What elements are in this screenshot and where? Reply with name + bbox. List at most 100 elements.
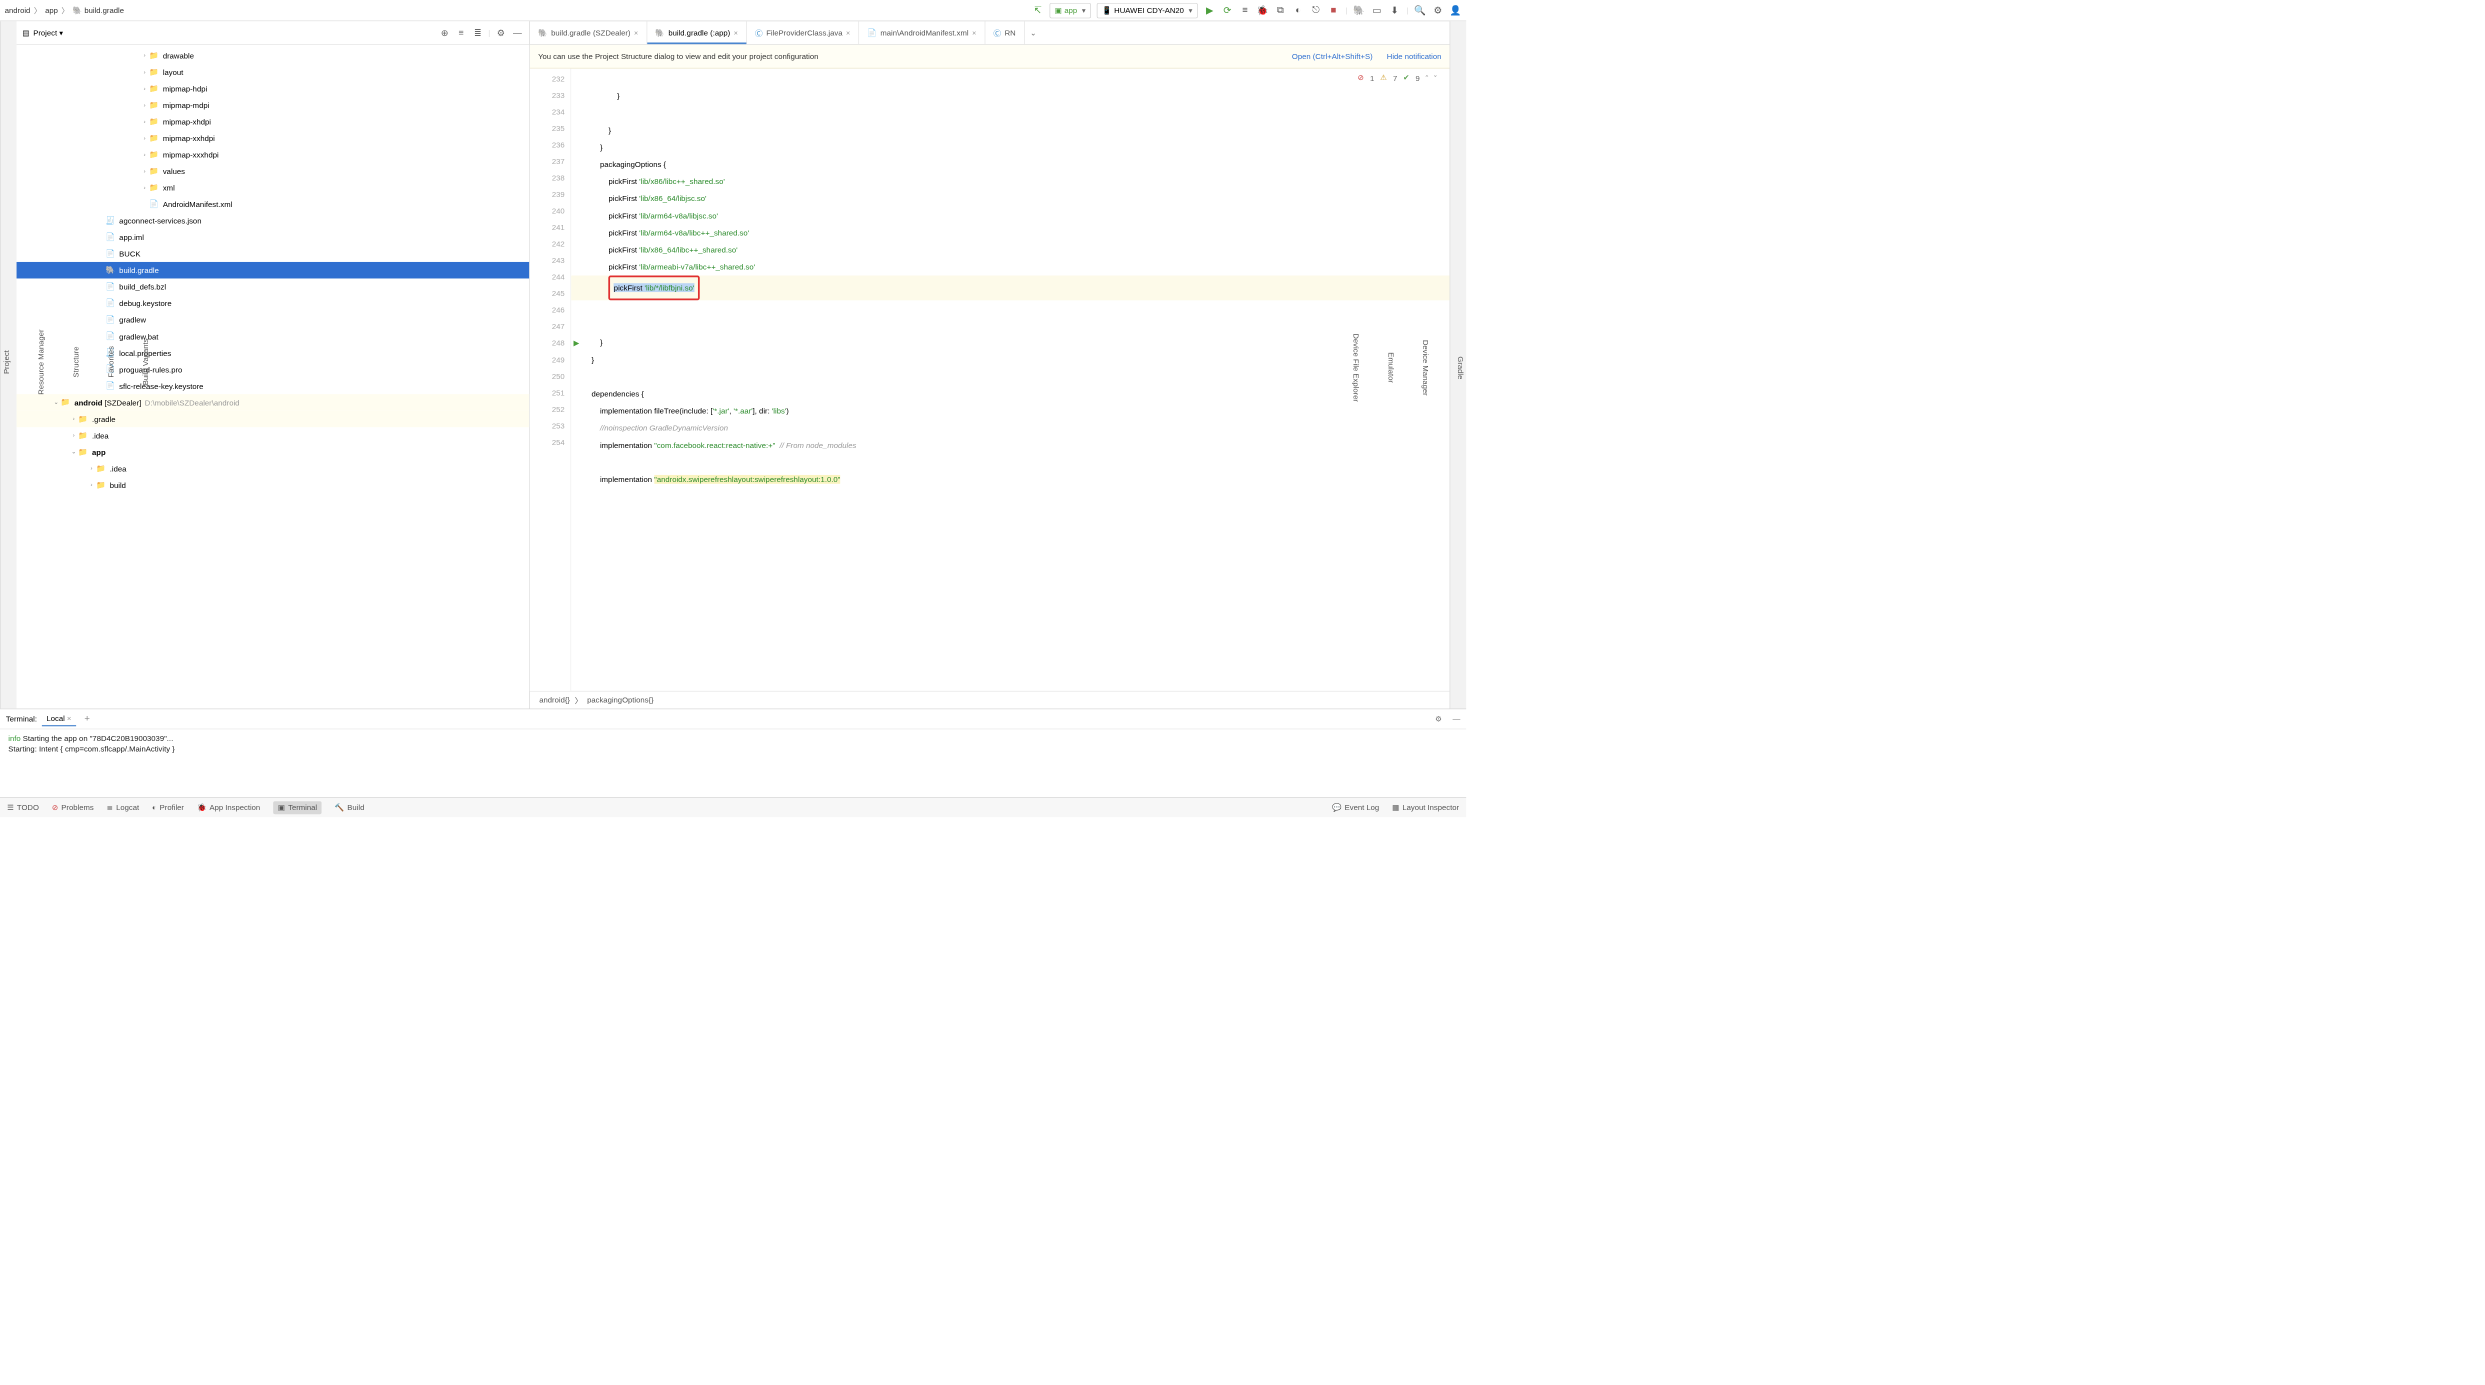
tool-app-inspection[interactable]: 🐞App Inspection <box>197 803 260 812</box>
tabs-overflow[interactable]: ⌄ <box>1025 21 1043 44</box>
terminal-tab[interactable]: Local × <box>42 712 76 727</box>
tool-logcat[interactable]: ≣Logcat <box>107 803 139 812</box>
tool-build[interactable]: 🔨Build <box>335 803 365 812</box>
profile-icon[interactable]: ⧉ <box>1275 4 1287 16</box>
open-project-structure-link[interactable]: Open (Ctrl+Alt+Shift+S) <box>1292 52 1373 61</box>
search-icon[interactable]: 🔍 <box>1414 4 1426 16</box>
inspection-status[interactable]: ⊘1 ⚠7 ✔9 ˆ ˇ <box>1354 72 1440 84</box>
tree-file[interactable]: 📄BUCK <box>17 245 530 262</box>
terminal-output[interactable]: info Starting the app on "78D4C20B190030… <box>0 729 1466 797</box>
tree-file[interactable]: 📄proguard-rules.pro <box>17 361 530 378</box>
tree-file[interactable]: 📄build_defs.bzl <box>17 278 530 295</box>
project-tree[interactable]: ›📁drawable ›📁layout ›📁mipmap-hdpi ›📁mipm… <box>17 45 530 709</box>
tool-problems[interactable]: ⊘Problems <box>52 803 94 812</box>
project-view-dropdown[interactable]: Project ▾ <box>33 28 63 37</box>
minimize-icon[interactable]: — <box>512 27 524 39</box>
run-config-dropdown[interactable]: ▣ app <box>1049 3 1091 18</box>
chevron-down-icon[interactable]: ˇ <box>1434 73 1437 82</box>
tree-folder[interactable]: ›📁.idea <box>17 427 530 444</box>
tree-folder[interactable]: ›📁mipmap-xxhdpi <box>17 130 530 147</box>
gradle-icon: 🐘 <box>655 28 665 37</box>
editor-tab[interactable]: 📄main\AndroidManifest.xml× <box>859 21 985 44</box>
tool-terminal[interactable]: ▣Terminal <box>273 801 322 814</box>
tool-gradle[interactable]: Gradle <box>1455 352 1466 384</box>
editor-tab[interactable]: ⒸFileProviderClass.java× <box>747 21 859 44</box>
tool-structure[interactable]: Structure <box>70 342 81 383</box>
close-icon[interactable]: × <box>67 714 71 723</box>
settings-icon[interactable]: ⚙ <box>1432 4 1444 16</box>
tool-favorites[interactable]: Favorites <box>105 341 116 382</box>
left-tool-strip: Project Resource Manager Structure Favor… <box>0 21 17 708</box>
close-icon[interactable]: × <box>846 29 850 37</box>
tool-build-variants[interactable]: Build Variants <box>140 334 151 390</box>
device-dropdown[interactable]: 📱 HUAWEI CDY-AN20 <box>1097 3 1198 18</box>
tool-event-log[interactable]: 💬Event Log <box>1332 803 1379 812</box>
tree-folder[interactable]: ›📁values <box>17 163 530 180</box>
sync-icon[interactable]: 🐘 <box>1353 4 1365 16</box>
chevron-up-icon[interactable]: ˆ <box>1426 73 1429 82</box>
tree-folder[interactable]: ›📁build <box>17 477 530 494</box>
close-icon[interactable]: × <box>634 29 638 37</box>
close-icon[interactable]: × <box>734 29 738 37</box>
debug-icon[interactable]: 🐞 <box>1257 4 1269 16</box>
target-icon[interactable]: ⊕ <box>439 27 451 39</box>
tree-module[interactable]: ⌄📁app <box>17 444 530 461</box>
tree-file[interactable]: 📄AndroidManifest.xml <box>17 196 530 213</box>
tree-file[interactable]: 📄app.iml <box>17 229 530 246</box>
stop-icon[interactable]: ■ <box>1328 4 1340 16</box>
code-body[interactable]: } } } packagingOptions { pickFirst 'lib/… <box>571 68 1450 690</box>
tool-project[interactable]: Project <box>1 345 12 378</box>
tree-folder[interactable]: ›📁mipmap-hdpi <box>17 80 530 97</box>
tree-module[interactable]: ⌄📁android [SZDealer]D:\mobile\SZDealer\a… <box>17 394 530 411</box>
tree-file[interactable]: 📄sflc-release-key.keystore <box>17 378 530 395</box>
tree-file[interactable]: 📄gradlew <box>17 312 530 329</box>
add-terminal-button[interactable]: + <box>81 714 94 725</box>
tree-folder[interactable]: ›📁mipmap-xxxhdpi <box>17 146 530 163</box>
tree-folder[interactable]: ›📁layout <box>17 64 530 81</box>
tree-folder[interactable]: ›📁.gradle <box>17 411 530 428</box>
tree-file[interactable]: 📄debug.keystore <box>17 295 530 312</box>
editor-tab[interactable]: ⒸRN <box>985 21 1024 44</box>
tool-layout-inspector[interactable]: ▦Layout Inspector <box>1392 803 1459 812</box>
debug-run-icon[interactable]: ⟳ <box>1221 4 1233 16</box>
editor-tab-active[interactable]: 🐘build.gradle (:app)× <box>647 21 747 44</box>
tree-folder[interactable]: ›📁mipmap-mdpi <box>17 97 530 114</box>
close-icon[interactable]: × <box>972 29 976 37</box>
breadcrumb-item[interactable]: android <box>5 6 31 15</box>
tree-file[interactable]: 🧾local.properties <box>17 345 530 362</box>
breadcrumb-item[interactable]: packagingOptions{} <box>587 696 654 705</box>
tree-file[interactable]: 🧾agconnect-services.json <box>17 212 530 229</box>
minimize-icon[interactable]: — <box>1453 714 1461 723</box>
expand-icon[interactable]: ≡ <box>455 27 467 39</box>
editor-tab[interactable]: 🐘build.gradle (SZDealer)× <box>530 21 647 44</box>
gear-icon[interactable]: ⚙ <box>1435 714 1442 723</box>
tool-profiler[interactable]: ◐Profiler <box>152 803 184 812</box>
run-icon[interactable]: ▶ <box>1204 4 1216 16</box>
tree-folder[interactable]: ›📁.idea <box>17 460 530 477</box>
sdk-icon[interactable]: ⬇ <box>1389 4 1401 16</box>
tree-folder[interactable]: ›📁drawable <box>17 47 530 64</box>
tree-folder[interactable]: ›📁mipmap-xhdpi <box>17 113 530 130</box>
gear-icon[interactable]: ⚙ <box>495 27 507 39</box>
code-editor[interactable]: ⊘1 ⚠7 ✔9 ˆ ˇ 232233234235236237238239240… <box>530 68 1450 690</box>
breadcrumb-item[interactable]: android{} <box>539 696 570 705</box>
coverage-icon[interactable]: ≡ <box>1239 4 1251 16</box>
breadcrumb-item[interactable]: 🐘 build.gradle <box>73 6 124 15</box>
collapse-icon[interactable]: ≣ <box>472 27 484 39</box>
top-toolbar: android 〉 app 〉 🐘 build.gradle ↸ ▣ app 📱… <box>0 0 1466 21</box>
editor-area: 🐘build.gradle (SZDealer)× 🐘build.gradle … <box>530 21 1450 708</box>
user-icon[interactable]: 👤 <box>1450 4 1462 16</box>
gauge-icon[interactable]: ◐ <box>1292 4 1304 16</box>
tree-folder[interactable]: ›📁xml <box>17 179 530 196</box>
tool-todo[interactable]: ☰TODO <box>7 803 39 812</box>
hide-notification-link[interactable]: Hide notification <box>1387 52 1442 61</box>
avd-icon[interactable]: ▭ <box>1371 4 1383 16</box>
tree-file[interactable]: 📄gradlew.bat <box>17 328 530 345</box>
chevron-right-icon: 〉 <box>575 694 583 705</box>
tree-file-selected[interactable]: 🐘build.gradle <box>17 262 530 279</box>
breadcrumb-item[interactable]: app <box>45 6 58 15</box>
balloon-icon: 💬 <box>1332 803 1342 812</box>
tool-resource-manager[interactable]: Resource Manager <box>35 325 46 400</box>
hammer-icon[interactable]: ↸ <box>1032 4 1044 16</box>
attach-icon[interactable]: ⎋ <box>1310 4 1322 16</box>
